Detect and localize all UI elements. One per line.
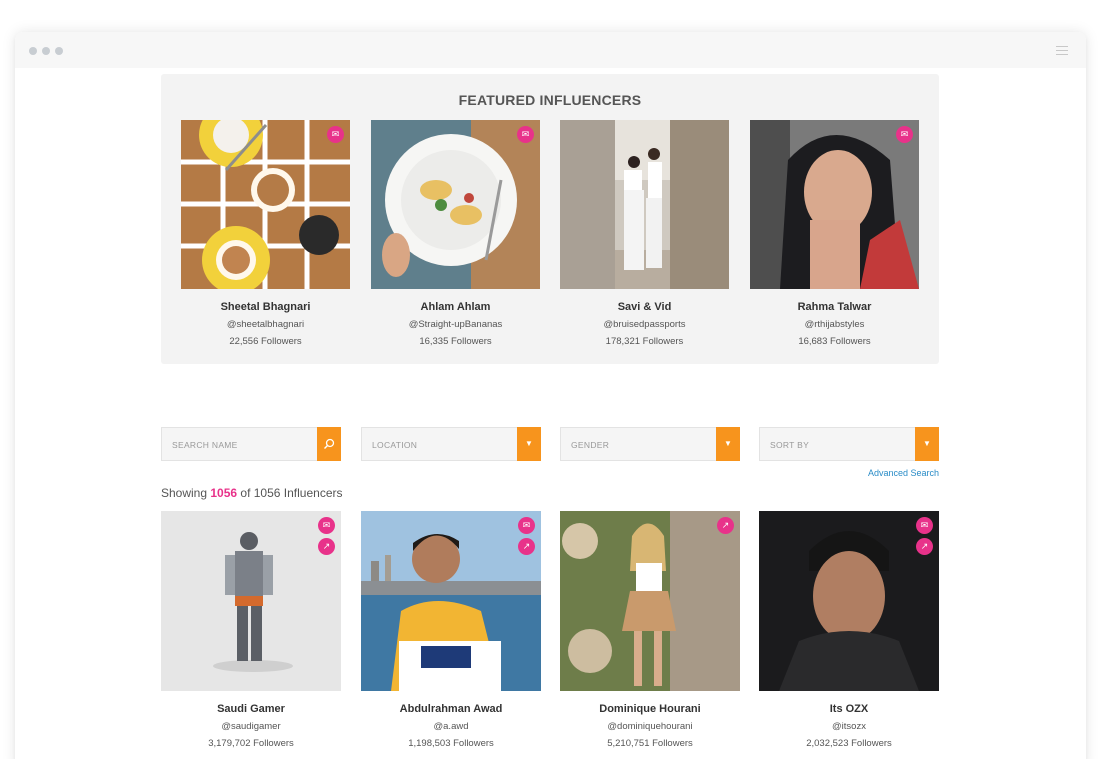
influencer-followers: 1,198,503 Followers bbox=[408, 738, 494, 749]
influencer-name[interactable]: Dominique Hourani bbox=[560, 703, 740, 715]
featured-card[interactable]: ✉ Sheetal Bhagnari @sheetalbhagnari 22,5… bbox=[181, 120, 350, 347]
influencer-photo[interactable]: ✉ ↗ bbox=[161, 511, 341, 691]
influencer-name[interactable]: Savi & Vid bbox=[560, 301, 729, 313]
influencer-name[interactable]: Ahlam Ahlam bbox=[371, 301, 540, 313]
man-waterfront-image bbox=[361, 511, 541, 691]
filter-bar: SEARCH NAME LOCATION ▼ GENDER ▼ SORT BY … bbox=[161, 427, 939, 461]
influencer-card[interactable]: ✉ ↗ Abdulrahman Awad @a.awd 1,198,503 Fo… bbox=[361, 511, 541, 749]
influencer-photo[interactable]: ✉ bbox=[750, 120, 919, 289]
woman-garden-image bbox=[560, 511, 740, 691]
browser-window: FEATURED INFLUENCERS ✉ Sheetal Bhagnari … bbox=[15, 32, 1086, 759]
influencer-handle: @Straight-upBananas bbox=[408, 319, 503, 330]
sort-label: SORT BY bbox=[770, 440, 810, 450]
envelope-icon[interactable]: ✉ bbox=[916, 517, 933, 534]
gender-select[interactable]: GENDER ▼ bbox=[560, 427, 740, 461]
influencer-handle: @sheetalbhagnari bbox=[226, 319, 305, 330]
window-dot-icon bbox=[42, 47, 50, 55]
featured-card[interactable]: ✉ Rahma Talwar @rthijabstyles 16,683 Fol… bbox=[750, 120, 919, 347]
influencer-followers: 16,335 Followers bbox=[419, 336, 492, 347]
featured-title: FEATURED INFLUENCERS bbox=[458, 92, 642, 108]
influencer-photo[interactable]: ✉ ↗ bbox=[759, 511, 939, 691]
envelope-icon[interactable]: ✉ bbox=[318, 517, 335, 534]
trending-up-icon[interactable]: ↗ bbox=[318, 538, 335, 555]
envelope-icon[interactable]: ✉ bbox=[327, 126, 344, 143]
influencer-photo[interactable] bbox=[560, 120, 729, 289]
influencer-followers: 3,179,702 Followers bbox=[208, 738, 294, 749]
featured-card[interactable]: ✉ Ahlam Ahlam @Straight-upBananas 16,335… bbox=[371, 120, 540, 347]
trending-up-icon[interactable]: ↗ bbox=[916, 538, 933, 555]
influencer-followers: 16,683 Followers bbox=[798, 336, 871, 347]
influencer-handle: @itsozx bbox=[832, 721, 866, 732]
influencer-name[interactable]: Abdulrahman Awad bbox=[361, 703, 541, 715]
influencer-card[interactable]: ↗ Dominique Hourani @dominiquehourani 5,… bbox=[560, 511, 740, 749]
gender-label: GENDER bbox=[571, 440, 610, 450]
window-controls bbox=[29, 47, 63, 55]
location-select[interactable]: LOCATION ▼ bbox=[361, 427, 541, 461]
results-shown: 1056 bbox=[210, 486, 238, 500]
caret-down-icon[interactable]: ▼ bbox=[517, 427, 541, 461]
results-count: Showing 1056 of 1056 Influencers bbox=[161, 486, 342, 500]
advanced-search-link[interactable]: Advanced Search bbox=[868, 468, 939, 478]
influencer-name[interactable]: Sheetal Bhagnari bbox=[181, 301, 350, 313]
caret-down-icon[interactable]: ▼ bbox=[915, 427, 939, 461]
influencer-handle: @a.awd bbox=[433, 721, 469, 732]
influencer-followers: 2,032,523 Followers bbox=[806, 738, 892, 749]
influencer-name[interactable]: Its OZX bbox=[759, 703, 939, 715]
influencer-photo[interactable]: ✉ bbox=[371, 120, 540, 289]
influencer-name[interactable]: Saudi Gamer bbox=[161, 703, 341, 715]
influencer-handle: @saudigamer bbox=[221, 721, 281, 732]
window-dot-icon bbox=[29, 47, 37, 55]
trending-up-icon[interactable]: ↗ bbox=[717, 517, 734, 534]
envelope-icon[interactable]: ✉ bbox=[518, 517, 535, 534]
influencer-handle: @bruisedpassports bbox=[603, 319, 686, 330]
influencer-photo[interactable]: ✉ bbox=[181, 120, 350, 289]
influencer-card[interactable]: ✉ ↗ Saudi Gamer @saudigamer 3,179,702 Fo… bbox=[161, 511, 341, 749]
location-label: LOCATION bbox=[372, 440, 418, 450]
results-prefix: Showing bbox=[161, 486, 211, 500]
influencer-name[interactable]: Rahma Talwar bbox=[750, 301, 919, 313]
search-name-input[interactable]: SEARCH NAME bbox=[161, 427, 341, 461]
search-icon[interactable] bbox=[317, 427, 341, 461]
influencer-followers: 178,321 Followers bbox=[605, 336, 684, 347]
hamburger-menu-icon[interactable] bbox=[1056, 46, 1068, 56]
window-dot-icon bbox=[55, 47, 63, 55]
envelope-icon[interactable]: ✉ bbox=[517, 126, 534, 143]
influencer-handle: @rthijabstyles bbox=[804, 319, 865, 330]
envelope-icon[interactable]: ✉ bbox=[896, 126, 913, 143]
search-placeholder: SEARCH NAME bbox=[172, 440, 238, 450]
featured-influencers-section: FEATURED INFLUENCERS ✉ Sheetal Bhagnari … bbox=[161, 74, 939, 364]
influencer-handle: @dominiquehourani bbox=[607, 721, 693, 732]
caret-down-icon[interactable]: ▼ bbox=[716, 427, 740, 461]
hijab-portrait-image bbox=[750, 120, 919, 289]
food-plate-image bbox=[371, 120, 540, 289]
results-suffix: of 1056 Influencers bbox=[237, 486, 343, 500]
man-portrait-image bbox=[759, 511, 939, 691]
influencer-followers: 5,210,751 Followers bbox=[607, 738, 693, 749]
influencer-card[interactable]: ✉ ↗ Its OZX @itsozx 2,032,523 Followers bbox=[759, 511, 939, 749]
browser-titlebar bbox=[15, 32, 1086, 68]
influencer-photo[interactable]: ✉ ↗ bbox=[361, 511, 541, 691]
game-character-image bbox=[161, 511, 341, 691]
influencer-followers: 22,556 Followers bbox=[229, 336, 302, 347]
influencer-photo[interactable]: ↗ bbox=[560, 511, 740, 691]
trending-up-icon[interactable]: ↗ bbox=[518, 538, 535, 555]
sort-by-select[interactable]: SORT BY ▼ bbox=[759, 427, 939, 461]
couple-street-image bbox=[560, 120, 729, 289]
coffee-tiles-image bbox=[181, 120, 350, 289]
featured-card[interactable]: Savi & Vid @bruisedpassports 178,321 Fol… bbox=[560, 120, 729, 347]
